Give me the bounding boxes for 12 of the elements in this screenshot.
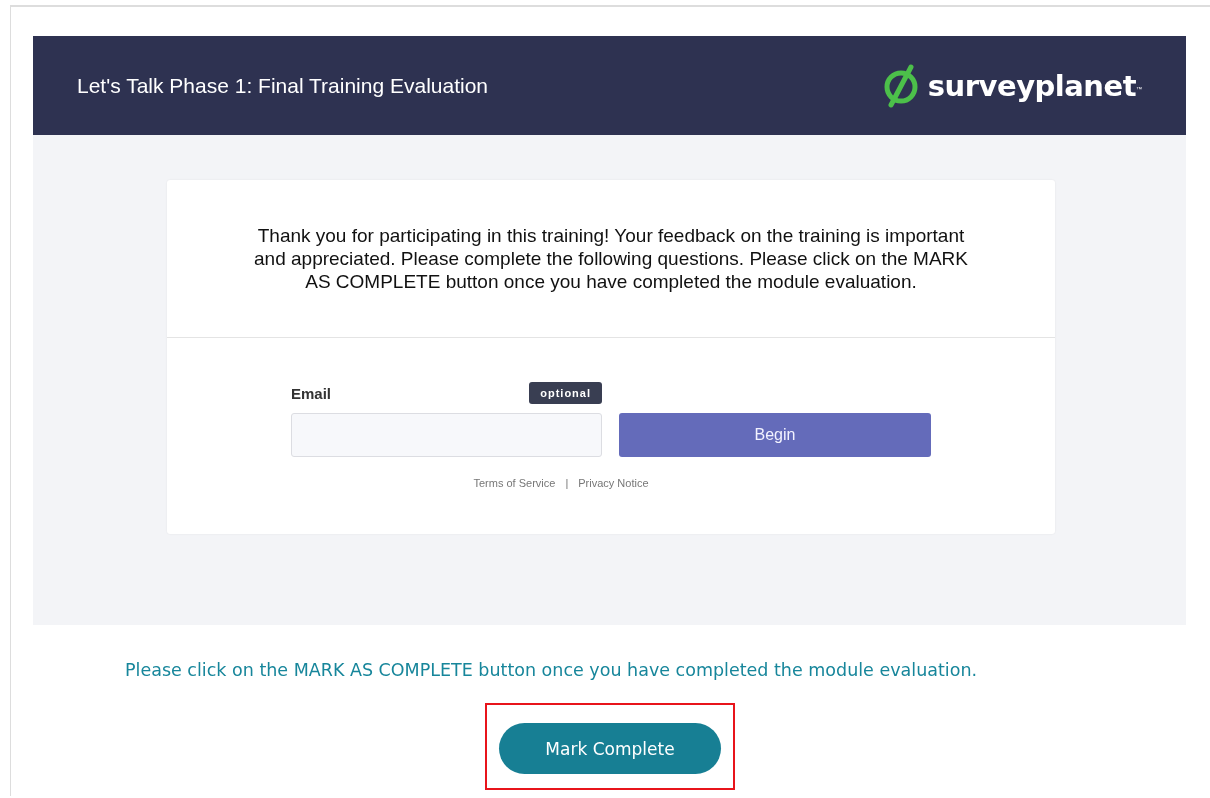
begin-button[interactable]: Begin	[619, 413, 931, 457]
intro-text: Thank you for participating in this training! Your feedback on the training is important and appreciated. Please complete the following questions. Please click on the MARK AS COMPLETE button once you have completed the module evaluation.	[253, 224, 969, 293]
logo-wordmark: surveyplanet	[927, 68, 1136, 103]
terms-link[interactable]: Terms of Service	[473, 477, 556, 489]
email-field[interactable]	[291, 413, 602, 457]
privacy-link[interactable]: Privacy Notice	[578, 477, 649, 489]
link-separator: |	[565, 477, 569, 489]
survey-title: Let's Talk Phase 1: Final Training Evaluation	[77, 73, 489, 98]
instruction-text: Please click on the MARK AS COMPLETE button once you have completed the module evaluation.	[125, 660, 978, 680]
mark-complete-button[interactable]: Mark Complete	[499, 723, 721, 774]
email-label: Email	[291, 384, 332, 402]
optional-badge: optional	[529, 382, 602, 404]
